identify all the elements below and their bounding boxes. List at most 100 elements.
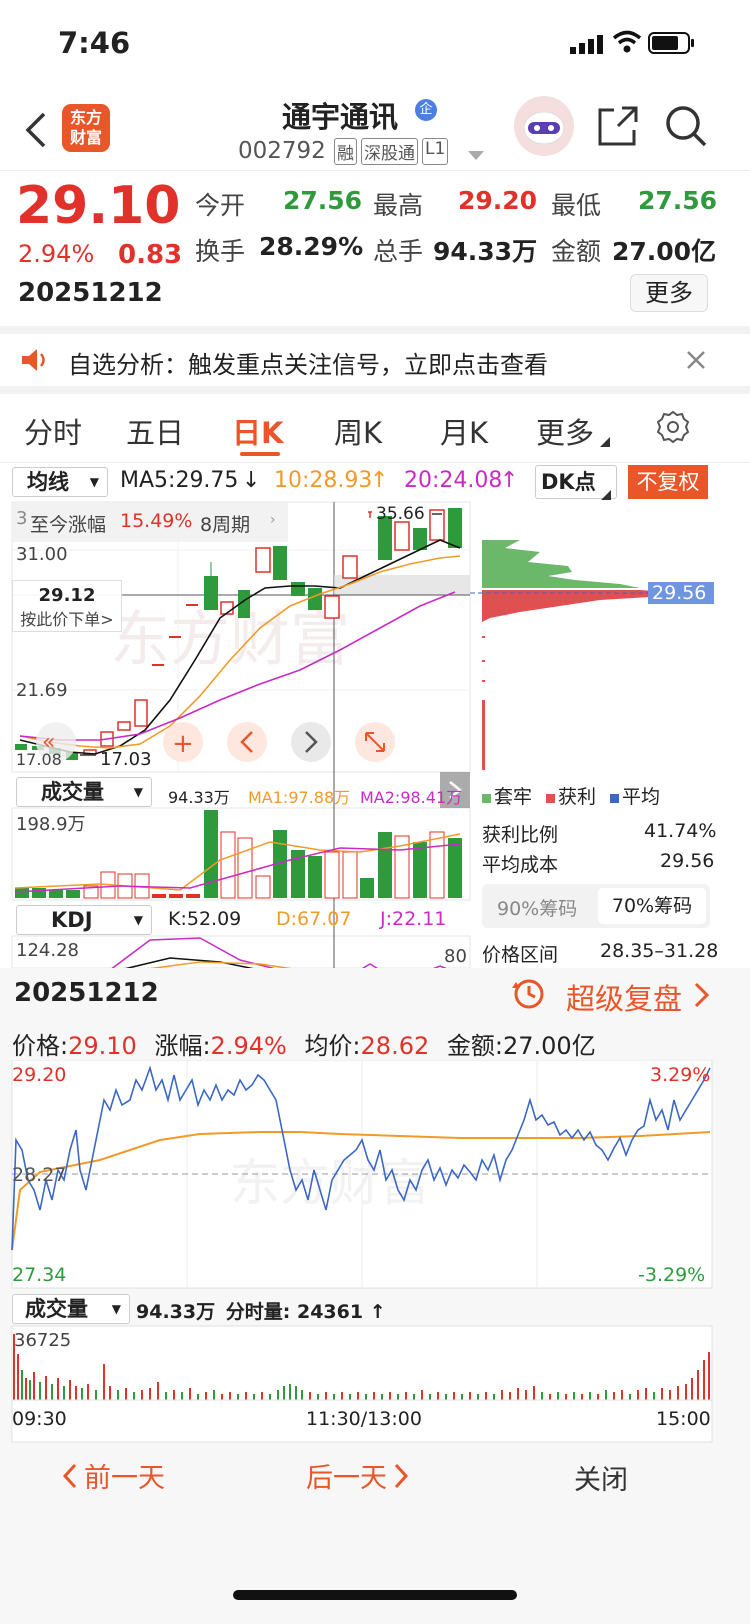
open-value: 27.56 xyxy=(283,186,363,215)
signal-icon xyxy=(570,34,606,58)
intraday-volume-info: 94.33万 分时量: 24361 ↑ xyxy=(136,1297,386,1324)
small-caret-icon xyxy=(600,432,610,451)
back-icon[interactable] xyxy=(22,110,50,154)
order-at-price-link[interactable]: 按此价下单> xyxy=(13,606,121,630)
legend-swatch-icon xyxy=(546,794,556,803)
intraday-y-bottom: 27.34 xyxy=(12,1264,67,1286)
intraday-y-top: 29.20 xyxy=(12,1064,67,1086)
company-badge: 企 xyxy=(415,99,437,121)
change-amount: 0.83 xyxy=(118,240,183,270)
dropdown-caret-icon[interactable] xyxy=(468,146,484,165)
super-replay-link[interactable]: 超级复盘 xyxy=(566,976,682,1018)
app-logo: 东方 财富 xyxy=(62,104,110,152)
chip-tab-90[interactable]: 90%筹码 xyxy=(497,894,577,921)
chevron-right-icon[interactable] xyxy=(694,982,710,1012)
time-end: 15:00 xyxy=(656,1408,711,1430)
close-button[interactable]: 关闭 xyxy=(574,1458,628,1497)
profit-ratio-label: 获利比例 xyxy=(482,824,559,846)
candle xyxy=(308,588,322,610)
amount-label: 金额 xyxy=(551,237,602,266)
up-arrow-icon: ↑ xyxy=(369,1301,386,1323)
settings-gear-icon[interactable] xyxy=(656,410,690,448)
low-value: 27.56 xyxy=(638,186,718,215)
replay-price: 29.10 xyxy=(68,1032,137,1060)
cursor-price-box[interactable]: 29.12 按此价下单> xyxy=(12,580,122,632)
tab-monthly-k[interactable]: 月K xyxy=(440,410,488,452)
legend-profit: 获利 xyxy=(546,782,596,809)
ma-select[interactable]: 均线 ▼ xyxy=(12,467,108,497)
legend-trapped: 套牢 xyxy=(482,782,532,809)
intraday-volume-max: 36725 xyxy=(14,1330,72,1351)
tab-weekly-k[interactable]: 周K xyxy=(334,410,382,452)
banner-text[interactable]: 自选分析：触发重点关注信号，立即点击查看 xyxy=(68,345,548,380)
intraday-volume-select[interactable]: 成交量 ▼ xyxy=(12,1294,130,1324)
down-arrow-icon: ↓ xyxy=(242,468,261,493)
kdj-k: K:52.09 xyxy=(168,908,242,930)
intraday-pct-top: 3.29% xyxy=(650,1064,711,1086)
select-caret-icon: ▼ xyxy=(111,1302,121,1316)
kdj-d: D:67.07 xyxy=(276,908,352,930)
kdj-select[interactable]: KDJ ▼ xyxy=(16,905,152,935)
volume-label: 总手 xyxy=(373,237,424,266)
current-price: 29.10 xyxy=(16,176,181,236)
prev-candle-icon xyxy=(227,722,267,762)
volume-ma2: MA2:98.41万 xyxy=(360,788,463,807)
volume-value: 94.33万 xyxy=(433,237,538,266)
history-clock-icon[interactable] xyxy=(510,976,546,1016)
wifi-icon xyxy=(612,30,642,58)
volume-select-label: 成交量 xyxy=(41,780,104,804)
change-percent: 2.94% xyxy=(18,240,95,268)
candle xyxy=(134,699,148,727)
tab-daily-k[interactable]: 日K xyxy=(232,410,283,452)
select-caret-icon: ▼ xyxy=(133,785,143,799)
dk-point-label: DK点 xyxy=(541,470,596,494)
tab-more[interactable]: 更多 xyxy=(536,410,594,452)
candle xyxy=(273,546,287,580)
chip-price-tag: 29.56 xyxy=(652,582,707,604)
candle xyxy=(394,521,410,551)
left-stub: 3 xyxy=(16,508,28,529)
more-button[interactable]: 更多 xyxy=(630,274,708,312)
replay-price-label: 价格: xyxy=(12,1032,69,1060)
search-icon[interactable] xyxy=(664,104,708,152)
kdj-top: 124.28 xyxy=(16,940,79,961)
next-day-button[interactable]: 后一天 xyxy=(306,1456,409,1495)
prev-day-button[interactable]: 前一天 xyxy=(62,1456,165,1495)
intraday-tick-value: 24361 xyxy=(296,1301,364,1323)
volume-select[interactable]: 成交量 ▼ xyxy=(16,777,152,807)
intraday-y-mid: 28.27 xyxy=(12,1164,67,1186)
avg-cost-value: 29.56 xyxy=(660,850,715,872)
tab-intraday[interactable]: 分时 xyxy=(24,410,82,452)
y-axis-top: 31.00 xyxy=(16,544,68,565)
share-icon[interactable] xyxy=(596,104,640,152)
status-time: 7:46 xyxy=(58,26,131,60)
ma5-value: MA5:29.75 xyxy=(120,468,239,493)
tag-level: L1 xyxy=(422,138,449,165)
double-left-arrow-icon[interactable]: « xyxy=(42,730,55,755)
gain-label: 至今涨幅 xyxy=(30,514,107,536)
stock-code: 002792 xyxy=(238,138,326,164)
ma20-value: 20:24.08 xyxy=(404,468,503,493)
candle xyxy=(448,508,462,548)
up-arrow-icon: ↑ xyxy=(370,468,389,493)
prev-day-label: 前一天 xyxy=(84,1463,165,1494)
intraday-tick-label: 分时量: xyxy=(225,1301,291,1323)
intraday-chart[interactable]: 东方财富 xyxy=(0,1060,750,1444)
tab-five-day[interactable]: 五日 xyxy=(126,410,184,452)
kdj-select-label: KDJ xyxy=(51,908,93,932)
replay-avg-label: 均价: xyxy=(304,1032,361,1060)
volume-total: 94.33万 xyxy=(168,788,230,807)
speaker-icon xyxy=(20,347,50,377)
cursor-price: 29.12 xyxy=(38,585,96,606)
y-axis-mid: 21.69 xyxy=(16,680,68,701)
candle xyxy=(186,604,198,606)
robot-assistant-icon[interactable] xyxy=(514,96,574,156)
close-icon[interactable] xyxy=(686,350,706,374)
gain-value: 15.49% xyxy=(120,510,193,532)
adjust-type-button[interactable]: 不复权 xyxy=(628,465,708,499)
high-label: 最高 xyxy=(373,191,424,220)
chip-tab-70[interactable]: 70%筹码 xyxy=(598,888,706,924)
price-range-value: 28.35–31.28 xyxy=(600,940,719,962)
tag-margin: 融 xyxy=(334,138,357,165)
candle xyxy=(324,595,340,619)
